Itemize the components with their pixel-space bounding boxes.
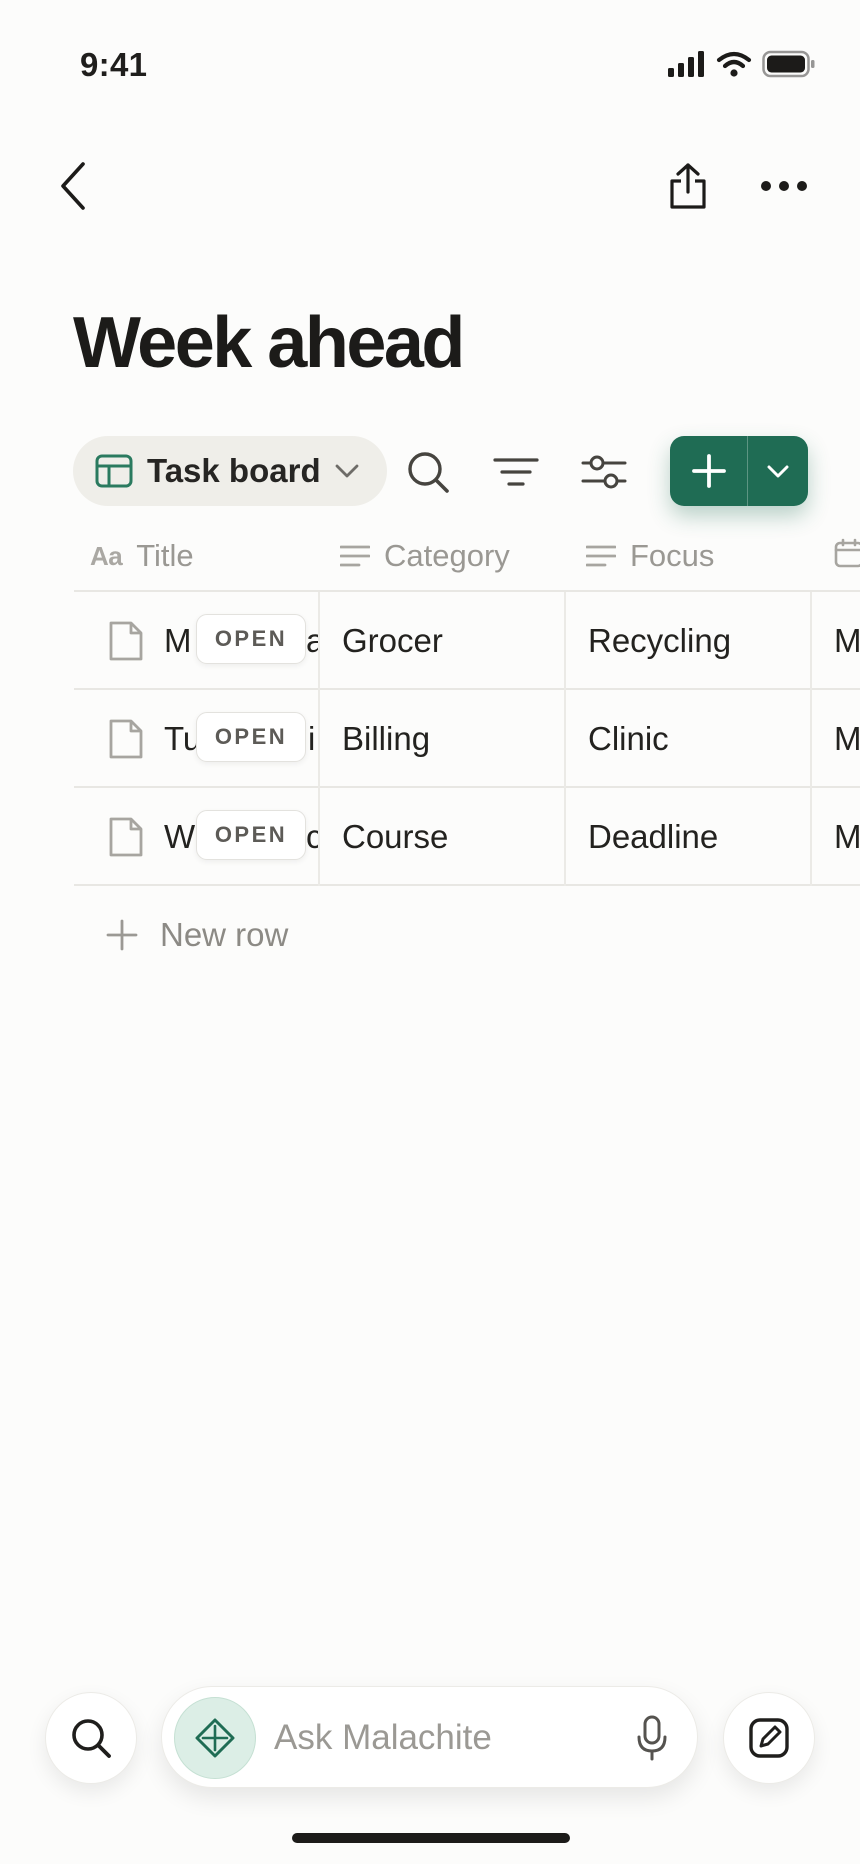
chevron-left-icon	[61, 162, 85, 210]
column-header-label: Title	[136, 538, 194, 573]
microphone-icon	[637, 1715, 667, 1761]
page-icon	[109, 621, 143, 661]
column-header-title[interactable]: Aa Title	[90, 538, 194, 574]
date-cell[interactable]: M	[834, 690, 860, 788]
compose-button[interactable]	[723, 1692, 815, 1784]
table-row[interactable]: M a OPEN Grocer Recycling M	[74, 592, 860, 690]
new-item-button	[670, 436, 808, 506]
column-divider	[318, 690, 320, 788]
new-row-button[interactable]: New row	[74, 886, 860, 984]
view-settings-button[interactable]	[578, 446, 630, 498]
more-horizontal-icon	[761, 181, 807, 191]
text-lines-icon	[586, 545, 616, 567]
row-title-tail: c	[306, 818, 318, 855]
page-icon	[109, 719, 143, 759]
filter-icon	[493, 458, 539, 486]
status-icons	[668, 50, 816, 78]
category-cell[interactable]: Billing	[342, 690, 430, 788]
page-title: Week ahead	[73, 303, 465, 383]
bottom-search-button[interactable]	[45, 1692, 137, 1784]
wifi-icon	[716, 51, 752, 77]
view-selector[interactable]: Task board	[73, 436, 387, 506]
filter-button[interactable]	[490, 446, 542, 498]
category-cell[interactable]: Course	[342, 788, 448, 886]
assistant-logo-button[interactable]	[174, 1697, 256, 1779]
chevron-down-icon	[335, 464, 359, 478]
open-row-button[interactable]: OPEN	[196, 614, 306, 664]
column-header-label: Category	[384, 538, 510, 573]
table-row[interactable]: Tu i OPEN Billing Clinic M	[74, 690, 860, 788]
focus-cell[interactable]: Deadline	[588, 788, 718, 886]
compose-icon	[749, 1718, 789, 1758]
column-divider	[564, 592, 566, 690]
chevron-down-icon	[767, 465, 789, 477]
plus-icon	[691, 454, 726, 488]
more-button[interactable]	[756, 162, 812, 210]
column-divider	[810, 788, 812, 886]
title-cell[interactable]: W c OPEN	[74, 788, 318, 886]
battery-icon	[762, 50, 815, 78]
column-divider	[318, 592, 320, 690]
home-indicator	[292, 1833, 570, 1843]
table-row[interactable]: W c OPEN Course Deadline M	[74, 788, 860, 886]
focus-cell[interactable]: Recycling	[588, 592, 731, 690]
screen: 9:41 Week ahead Task board Aa Title Cate…	[0, 0, 860, 1864]
task-table: Aa Title Category Focus M a OPEN Grocer …	[74, 520, 860, 984]
column-header-category[interactable]: Category	[340, 538, 510, 574]
table-icon	[95, 454, 133, 488]
row-title-tail: i	[308, 720, 316, 757]
focus-cell[interactable]: Clinic	[588, 690, 669, 788]
row-title-tail: a	[306, 622, 318, 659]
text-lines-icon	[340, 545, 370, 567]
view-selector-label: Task board	[147, 452, 321, 489]
sliders-icon	[581, 455, 627, 489]
new-item-add-button[interactable]	[670, 436, 747, 506]
column-divider	[564, 788, 566, 886]
column-divider	[318, 788, 320, 886]
search-icon	[72, 1719, 111, 1758]
search-button[interactable]	[402, 446, 454, 498]
sparkle-diamond-icon	[195, 1718, 235, 1758]
page-icon	[109, 817, 143, 857]
column-header-focus[interactable]: Focus	[586, 538, 714, 574]
ask-bar	[161, 1686, 698, 1788]
ask-input[interactable]	[274, 1713, 614, 1763]
new-item-dropdown-button[interactable]	[748, 436, 808, 506]
date-cell[interactable]: M	[834, 592, 860, 690]
new-row-label: New row	[160, 916, 289, 953]
open-row-button[interactable]: OPEN	[196, 712, 306, 762]
open-row-button[interactable]: OPEN	[196, 810, 306, 860]
plus-icon	[106, 919, 138, 951]
category-cell[interactable]: Grocer	[342, 592, 443, 690]
search-icon	[408, 452, 449, 493]
back-button[interactable]	[48, 158, 98, 214]
column-divider	[810, 690, 812, 788]
status-time: 9:41	[80, 46, 148, 83]
column-header-date[interactable]	[834, 538, 860, 568]
share-button[interactable]	[664, 156, 712, 216]
column-header-label: Focus	[630, 538, 715, 573]
title-cell[interactable]: Tu i OPEN	[74, 690, 318, 788]
column-divider	[564, 690, 566, 788]
microphone-button[interactable]	[628, 1713, 676, 1763]
date-cell[interactable]: M	[834, 788, 860, 886]
table-header: Aa Title Category Focus	[74, 520, 860, 592]
cellular-signal-icon	[668, 51, 704, 77]
text-type-icon: Aa	[90, 540, 123, 571]
title-cell[interactable]: M a OPEN	[74, 592, 318, 690]
column-divider	[810, 592, 812, 690]
share-icon	[670, 163, 706, 209]
calendar-icon	[834, 538, 860, 568]
